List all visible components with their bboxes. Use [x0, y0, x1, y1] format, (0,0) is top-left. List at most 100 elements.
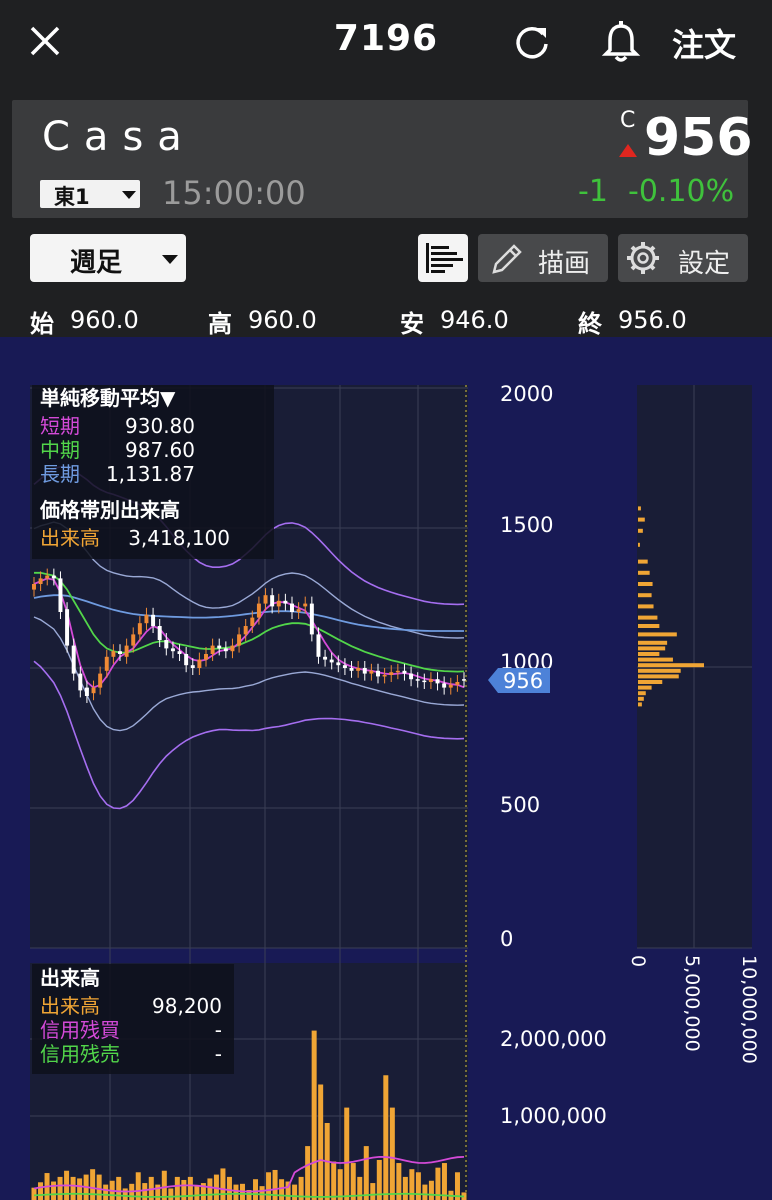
- y-tick-500: 500: [500, 793, 540, 817]
- sma-long-value: 1,131.87: [106, 462, 195, 486]
- volume-bar: [103, 1184, 109, 1200]
- volume-bar: [51, 1181, 57, 1200]
- high-label: 高: [208, 310, 232, 338]
- candle-body: [243, 626, 248, 635]
- volume-bar: [194, 1185, 200, 1200]
- candle-body: [342, 665, 347, 668]
- quote-time: 15:00:00: [162, 174, 306, 212]
- volume-title: 出来高: [40, 966, 100, 990]
- volume-bar: [422, 1184, 428, 1200]
- volume-profile-bar: [638, 624, 660, 628]
- candle-body: [177, 651, 182, 654]
- margin-buy-label: 信用残買: [40, 1018, 120, 1042]
- candle-body: [290, 603, 294, 612]
- volume-bar: [344, 1107, 350, 1200]
- candle-body: [98, 673, 103, 688]
- gear-icon: [627, 242, 659, 274]
- candle-body: [71, 645, 76, 674]
- volume-profile-bar: [638, 640, 668, 645]
- volume-bar: [161, 1170, 167, 1200]
- stock-chart[interactable]: 2000 1500 1000 500 0 956 単純移動平均▼ 短期 930.…: [0, 337, 772, 1200]
- current-price: 956: [644, 108, 753, 168]
- volume-bar: [253, 1179, 259, 1200]
- volume-bar: [318, 1084, 324, 1200]
- candle-body: [184, 654, 189, 666]
- volume-bar: [383, 1075, 389, 1200]
- volume-bar: [428, 1180, 434, 1200]
- candle-body: [38, 578, 43, 584]
- volume-profile-toggle[interactable]: [418, 234, 468, 282]
- close-label: 終: [578, 310, 602, 338]
- volume-bar: [331, 1161, 337, 1200]
- candle-body: [329, 659, 334, 663]
- candle-body: [462, 679, 466, 681]
- sma-title[interactable]: 単純移動平均▼: [40, 386, 176, 410]
- margin-sell-value: -: [215, 1042, 222, 1066]
- vol-tick-2m: 2,000,000: [500, 1027, 607, 1051]
- volume-profile-bar: [638, 559, 648, 564]
- volume-bar: [57, 1176, 63, 1200]
- vol-tick-1m: 1,000,000: [500, 1104, 607, 1128]
- candle-body: [223, 648, 228, 652]
- order-button[interactable]: 注文: [672, 20, 736, 66]
- draw-button[interactable]: 描画: [478, 234, 608, 282]
- volume-profile-bar: [638, 657, 673, 662]
- candle-body: [349, 668, 354, 671]
- candle-body: [78, 673, 83, 691]
- volume-bar: [122, 1188, 128, 1200]
- candle-body: [170, 648, 175, 652]
- top-bar: 7196 注文: [0, 0, 772, 88]
- volume-profile-bar: [638, 652, 660, 656]
- volume-bar: [226, 1176, 232, 1200]
- candle-body: [124, 645, 129, 657]
- candle-body: [402, 670, 407, 674]
- volume-bar: [207, 1178, 213, 1200]
- volume-profile-bar: [638, 696, 644, 701]
- volume-bar: [402, 1176, 408, 1200]
- candle-body: [435, 679, 440, 684]
- candle-body: [409, 673, 414, 680]
- candle-body: [137, 623, 142, 635]
- volume-bar: [70, 1176, 76, 1200]
- candle-body: [395, 670, 400, 673]
- volume-profile-bar: [638, 646, 666, 651]
- candle-body: [309, 603, 314, 635]
- volume-bar: [96, 1174, 102, 1200]
- vp-axis-5m: 5,000,000: [681, 955, 703, 1052]
- volume-profile-bar: [638, 570, 650, 575]
- volume-bar: [337, 1169, 343, 1200]
- high-value: 960.0: [248, 306, 317, 334]
- volume-bar: [220, 1168, 226, 1200]
- candle-body: [362, 668, 367, 674]
- settings-button[interactable]: 設定: [618, 234, 748, 282]
- candle-body: [336, 662, 341, 666]
- candle-body: [84, 687, 89, 696]
- vp-label: 出来高: [40, 526, 100, 550]
- volume-bar: [38, 1182, 44, 1200]
- refresh-icon[interactable]: [512, 22, 552, 62]
- candle-body: [45, 575, 50, 579]
- volume-bar: [77, 1178, 83, 1200]
- candle-body: [356, 668, 361, 671]
- volume-bar: [90, 1169, 96, 1200]
- quote-panel: Casa 東1 15:00:00 C 956 -1 -0.10%: [12, 100, 753, 218]
- chart-controls: 週足 描画 設定: [0, 226, 772, 290]
- candle-body: [118, 651, 122, 654]
- current-price-tag-label: 956: [503, 669, 543, 693]
- volume-bar: [259, 1186, 265, 1200]
- ohlc-row: 始 960.0 高 960.0 安 946.0 終 956.0: [0, 296, 772, 338]
- open-label: 始: [30, 310, 54, 338]
- sma-short-value: 930.80: [125, 414, 195, 438]
- vp-value: 3,418,100: [128, 526, 230, 550]
- candle-body: [455, 682, 460, 685]
- volume-profile-bar: [638, 674, 679, 679]
- period-select[interactable]: 週足: [30, 234, 186, 282]
- market-select[interactable]: 東1: [40, 180, 140, 209]
- bell-icon[interactable]: [600, 20, 642, 64]
- candle-body: [157, 626, 162, 640]
- candle-body: [448, 684, 453, 688]
- candle-body: [428, 679, 433, 682]
- sma-mid-label: 中期: [40, 438, 80, 462]
- volume-bar: [31, 1187, 37, 1200]
- candle-body: [442, 683, 447, 688]
